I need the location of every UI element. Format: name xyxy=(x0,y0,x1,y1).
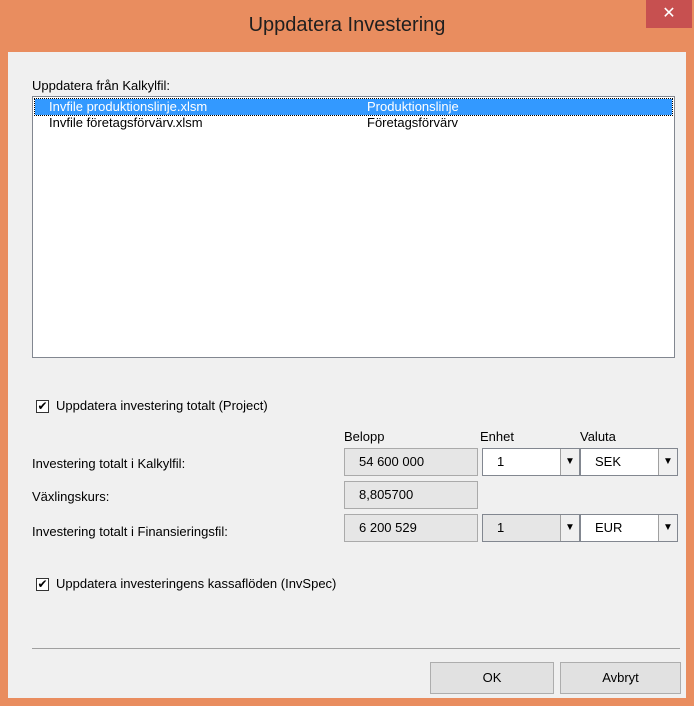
window-title: Uppdatera Investering xyxy=(248,14,446,36)
dialog-client-area: Uppdatera från Kalkylfil: Invfile produk… xyxy=(8,52,686,698)
list-item-foretagsforvarv[interactable]: Invfile företagsförvärv.xlsm Företagsför… xyxy=(35,115,672,131)
finans-valuta-select[interactable]: EUR ▼ xyxy=(580,514,678,542)
column-header-enhet: Enhet xyxy=(480,429,514,444)
close-icon: ✕ xyxy=(662,5,676,22)
finans-valuta-value: EUR xyxy=(595,520,623,535)
chevron-down-icon[interactable]: ▼ xyxy=(560,449,579,475)
title-bar[interactable]: Uppdatera Investering ✕ xyxy=(0,0,694,52)
update-invspec-label: Uppdatera investeringens kassaflöden (In… xyxy=(56,576,337,591)
update-project-label: Uppdatera investering totalt (Project) xyxy=(56,398,268,413)
kalkyl-enhet-select[interactable]: 1 ▼ xyxy=(482,448,580,476)
kalkyl-valuta-select[interactable]: SEK ▼ xyxy=(580,448,678,476)
list-item-produktionslinje[interactable]: Invfile produktionslinje.xlsm Produktion… xyxy=(34,98,673,116)
finans-total-label: Investering totalt i Finansieringsfil: xyxy=(32,524,228,539)
kalkyl-file-list[interactable]: Invfile produktionslinje.xlsm Produktion… xyxy=(32,96,675,358)
finans-belopp-field: 6 200 529 xyxy=(344,514,478,542)
kalkyl-total-label: Investering totalt i Kalkylfil: xyxy=(32,456,186,471)
divider xyxy=(32,648,680,649)
ok-button[interactable]: OK xyxy=(430,662,554,694)
cancel-button[interactable]: Avbryt xyxy=(560,662,681,694)
checkmark-icon: ✔ xyxy=(37,577,48,591)
update-project-checkbox[interactable]: ✔ xyxy=(36,400,49,413)
vaxlingskurs-label: Växlingskurs: xyxy=(32,489,110,504)
kalkyl-belopp-field: 54 600 000 xyxy=(344,448,478,476)
chevron-down-icon[interactable]: ▼ xyxy=(658,449,677,475)
checkmark-icon: ✔ xyxy=(37,399,48,413)
chevron-down-icon[interactable]: ▼ xyxy=(560,515,579,541)
list-item-file: Invfile produktionslinje.xlsm xyxy=(49,99,208,114)
dialog-window: Uppdatera Investering ✕ Uppdatera från K… xyxy=(0,0,694,706)
list-item-file: Invfile företagsförvärv.xlsm xyxy=(49,115,203,130)
kalkyl-enhet-value: 1 xyxy=(497,454,505,469)
list-label: Uppdatera från Kalkylfil: xyxy=(32,78,171,93)
chevron-down-icon[interactable]: ▼ xyxy=(658,515,677,541)
column-header-belopp: Belopp xyxy=(344,429,385,444)
kalkyl-valuta-value: SEK xyxy=(595,454,622,469)
close-button[interactable]: ✕ xyxy=(646,0,692,28)
finans-enhet-value: 1 xyxy=(497,520,505,535)
finans-enhet-select[interactable]: 1 ▼ xyxy=(482,514,580,542)
update-invspec-checkbox[interactable]: ✔ xyxy=(36,578,49,591)
column-header-valuta: Valuta xyxy=(580,429,616,444)
list-item-name: Företagsförvärv xyxy=(367,115,459,130)
list-item-name: Produktionslinje xyxy=(367,99,459,114)
vaxlingskurs-field: 8,805700 xyxy=(344,481,478,509)
